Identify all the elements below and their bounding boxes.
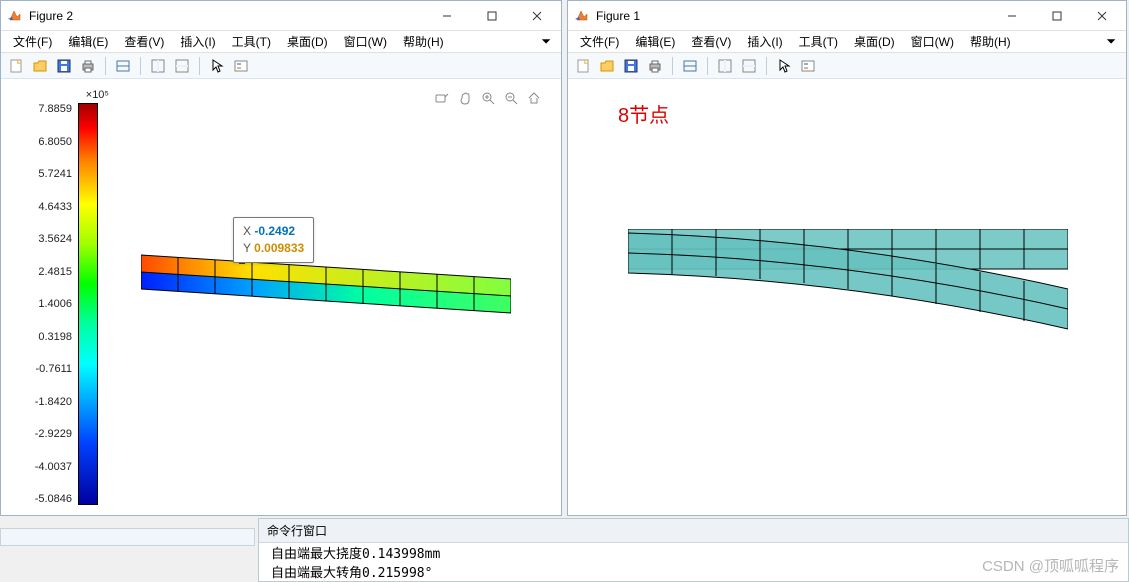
pan-icon[interactable] xyxy=(456,89,474,107)
link-icon[interactable] xyxy=(679,55,701,77)
datatip[interactable]: X -0.2492 Y 0.009833 xyxy=(233,217,314,263)
colorbar-tick: 7.8859 xyxy=(23,103,72,115)
menu-expand-icon[interactable]: ⏷ xyxy=(1100,34,1122,49)
colorbar-tick: 5.7241 xyxy=(23,168,72,180)
colorbar-ticks: 7.8859 6.8050 5.7241 4.6433 3.5624 2.481… xyxy=(23,103,78,505)
colorbar-tick: -1.8420 xyxy=(23,396,72,408)
zoom-out-icon[interactable] xyxy=(502,89,520,107)
plot-title: 8节点 xyxy=(618,99,669,128)
colorbar-tick: 2.4815 xyxy=(23,266,72,278)
maximize-button[interactable] xyxy=(1034,2,1079,30)
mesh-overlay xyxy=(628,229,1068,349)
figure-2-title: Figure 2 xyxy=(29,9,424,23)
toolbar-separator xyxy=(766,57,767,75)
toolbar-separator xyxy=(140,57,141,75)
colorbar-tick: 4.6433 xyxy=(23,201,72,213)
menu-view[interactable]: 查看(V) xyxy=(116,31,172,52)
colorbar-tick: -5.0846 xyxy=(23,493,72,505)
toolbar-separator xyxy=(199,57,200,75)
command-window-title: 命令行窗口 xyxy=(259,519,1128,543)
menu-desktop[interactable]: 桌面(D) xyxy=(846,31,903,52)
figure-2-window: Figure 2 文件(F) 编辑(E) 查看(V) 插入(I) 工具(T) 桌… xyxy=(0,0,562,516)
menu-edit[interactable]: 编辑(E) xyxy=(627,31,683,52)
colorbar-tick: -4.0037 xyxy=(23,461,72,473)
pointer-icon[interactable] xyxy=(773,55,795,77)
home-icon[interactable] xyxy=(525,89,543,107)
menu-help[interactable]: 帮助(H) xyxy=(395,31,452,52)
insert-legend-icon[interactable] xyxy=(797,55,819,77)
print-icon[interactable] xyxy=(77,55,99,77)
menu-window[interactable]: 窗口(W) xyxy=(903,31,962,52)
figure-1-axes[interactable]: 8节点 xyxy=(568,79,1126,515)
menu-tools[interactable]: 工具(T) xyxy=(791,31,846,52)
menu-help[interactable]: 帮助(H) xyxy=(962,31,1019,52)
insert-legend-icon[interactable] xyxy=(230,55,252,77)
edit-plot-icon[interactable] xyxy=(714,55,736,77)
link-icon[interactable] xyxy=(112,55,134,77)
insert-colorbar-icon[interactable] xyxy=(171,55,193,77)
menu-edit[interactable]: 编辑(E) xyxy=(60,31,116,52)
close-button[interactable] xyxy=(1079,2,1124,30)
figure-2-toolbar xyxy=(1,53,561,79)
figure-1-menubar: 文件(F) 编辑(E) 查看(V) 插入(I) 工具(T) 桌面(D) 窗口(W… xyxy=(568,31,1126,53)
matlab-icon xyxy=(574,8,590,24)
menu-expand-icon[interactable]: ⏷ xyxy=(535,34,557,49)
menu-file[interactable]: 文件(F) xyxy=(5,31,60,52)
matlab-icon xyxy=(7,8,23,24)
print-icon[interactable] xyxy=(644,55,666,77)
colorbar-tick: -2.9229 xyxy=(23,428,72,440)
minimize-button[interactable] xyxy=(424,2,469,30)
minimize-button[interactable] xyxy=(989,2,1034,30)
close-button[interactable] xyxy=(514,2,559,30)
colorbar-exponent: ×10⁵ xyxy=(23,89,113,103)
brush-icon[interactable] xyxy=(433,89,451,107)
save-icon[interactable] xyxy=(620,55,642,77)
menu-insert[interactable]: 插入(I) xyxy=(739,31,790,52)
colorbar-tick: 0.3198 xyxy=(23,331,72,343)
colorbar: ×10⁵ 7.8859 6.8050 5.7241 4.6433 3.5624 … xyxy=(23,89,113,505)
figure-1-toolbar xyxy=(568,53,1126,79)
pointer-icon[interactable] xyxy=(206,55,228,77)
insert-colorbar-icon[interactable] xyxy=(738,55,760,77)
figure-1-titlebar[interactable]: Figure 1 xyxy=(568,1,1126,31)
colorbar-tick: -0.7611 xyxy=(23,363,72,375)
edit-plot-icon[interactable] xyxy=(147,55,169,77)
figure-1-title: Figure 1 xyxy=(596,9,989,23)
figure-2-menubar: 文件(F) 编辑(E) 查看(V) 插入(I) 工具(T) 桌面(D) 窗口(W… xyxy=(1,31,561,53)
toolbar-separator xyxy=(707,57,708,75)
colorbar-tick: 3.5624 xyxy=(23,233,72,245)
menu-view[interactable]: 查看(V) xyxy=(683,31,739,52)
menu-desktop[interactable]: 桌面(D) xyxy=(279,31,336,52)
datatip-y: Y 0.009833 xyxy=(243,240,304,257)
background-panel-strip xyxy=(0,528,255,546)
colorbar-tick: 6.8050 xyxy=(23,136,72,148)
menu-file[interactable]: 文件(F) xyxy=(572,31,627,52)
command-window-body[interactable]: 自由端最大挠度0.143998mm 自由端最大转角0.215998° xyxy=(259,543,1128,581)
menu-window[interactable]: 窗口(W) xyxy=(336,31,395,52)
menu-tools[interactable]: 工具(T) xyxy=(224,31,279,52)
menu-insert[interactable]: 插入(I) xyxy=(172,31,223,52)
open-icon[interactable] xyxy=(29,55,51,77)
stress-mesh xyxy=(141,249,511,319)
new-figure-icon[interactable] xyxy=(5,55,27,77)
command-output-line: 自由端最大转角0.215998° xyxy=(271,565,1116,581)
open-icon[interactable] xyxy=(596,55,618,77)
figure-2-titlebar[interactable]: Figure 2 xyxy=(1,1,561,31)
toolbar-separator xyxy=(105,57,106,75)
maximize-button[interactable] xyxy=(469,2,514,30)
command-output-line: 自由端最大挠度0.143998mm xyxy=(271,546,1116,565)
zoom-in-icon[interactable] xyxy=(479,89,497,107)
save-icon[interactable] xyxy=(53,55,75,77)
command-window[interactable]: 命令行窗口 自由端最大挠度0.143998mm 自由端最大转角0.215998° xyxy=(258,518,1129,582)
colorbar-gradient xyxy=(78,103,98,505)
figure-1-window: Figure 1 文件(F) 编辑(E) 查看(V) 插入(I) 工具(T) 桌… xyxy=(567,0,1127,516)
datatip-x: X -0.2492 xyxy=(243,223,304,240)
axes-toolbar xyxy=(433,89,543,107)
toolbar-separator xyxy=(672,57,673,75)
new-figure-icon[interactable] xyxy=(572,55,594,77)
figure-2-axes[interactable]: ×10⁵ 7.8859 6.8050 5.7241 4.6433 3.5624 … xyxy=(1,79,561,515)
colorbar-tick: 1.4006 xyxy=(23,298,72,310)
